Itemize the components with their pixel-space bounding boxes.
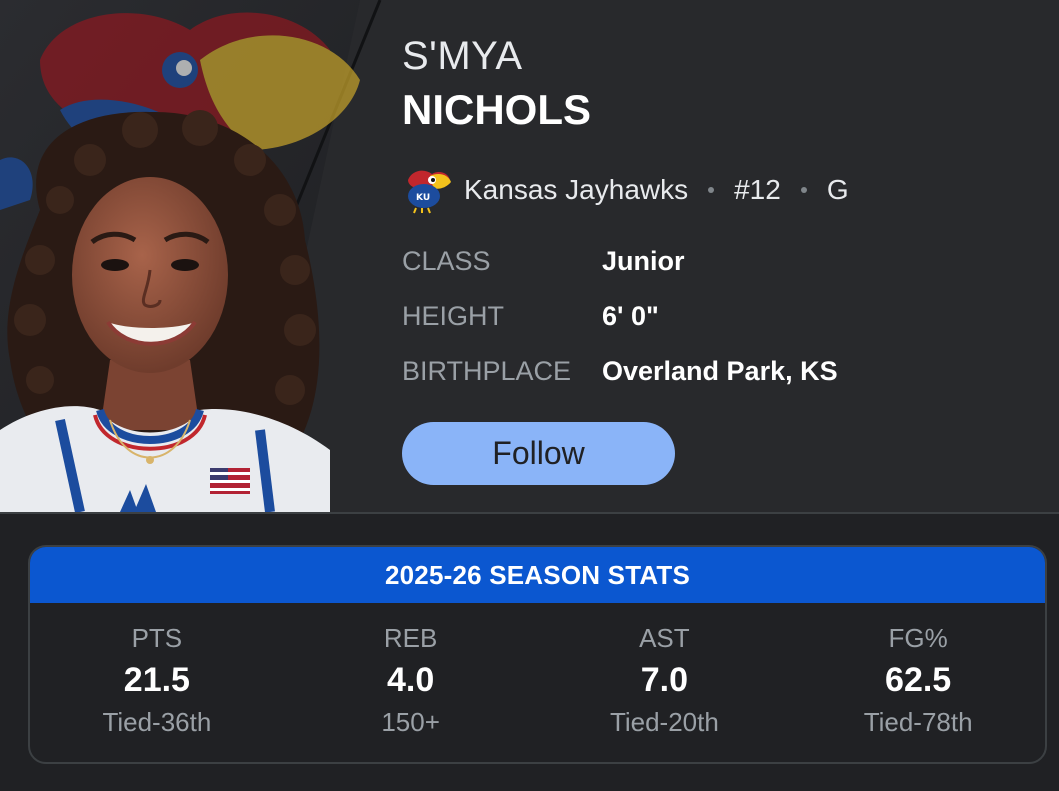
season-stats-card: 2025-26 SEASON STATS PTS 21.5 Tied-36th … [28,545,1047,764]
section-divider [0,512,1059,514]
stat-label: PTS [131,623,183,653]
stat-label: AST [639,623,690,653]
stats-row: PTS 21.5 Tied-36th REB 4.0 150+ AST 7.0 … [30,603,1045,762]
stat-fg-pct[interactable]: FG% 62.5 Tied-78th [791,603,1045,762]
player-headshot [0,0,400,512]
stat-rank: Tied-36th [102,707,212,737]
stat-value: 7.0 [640,661,688,699]
player-last-name: NICHOLS [402,86,591,133]
stat-rank: Tied-78th [863,707,973,737]
stat-rank: Tied-20th [609,707,719,737]
attribute-value: Overland Park, KS [602,356,838,386]
player-position: G [826,174,849,205]
svg-text:KU: KU [416,193,430,203]
player-first-name: S'MYA [402,34,523,78]
stat-label: FG% [888,623,948,653]
follow-button[interactable]: Follow [402,422,675,485]
separator-dot [800,187,807,193]
stat-ast[interactable]: AST 7.0 Tied-20th [538,603,792,762]
season-stats-title: 2025-26 SEASON STATS [30,547,1045,603]
stat-label: REB [383,623,438,653]
attribute-label: BIRTHPLACE [402,356,572,386]
attribute-label: CLASS [402,246,491,276]
separator-dot [708,187,715,193]
stat-reb[interactable]: REB 4.0 150+ [284,603,538,762]
jersey-number: #12 [734,174,781,205]
attribute-label: HEIGHT [402,301,505,331]
attribute-value: 6' 0" [602,301,659,331]
stat-rank: 150+ [381,707,440,737]
attribute-value: Junior [602,246,685,276]
stat-value: 4.0 [386,661,435,699]
stat-pts[interactable]: PTS 21.5 Tied-36th [30,603,284,762]
jayhawk-logo-icon[interactable]: KU [402,166,452,214]
team-row: KU Kansas Jayhawks #12 G [402,166,849,214]
player-header: S'MYA NICHOLS KU Kansas Jayhawks #12 G C… [0,0,1059,512]
stat-value: 62.5 [885,661,952,699]
team-name[interactable]: Kansas Jayhawks [464,174,688,206]
stat-value: 21.5 [123,661,190,699]
